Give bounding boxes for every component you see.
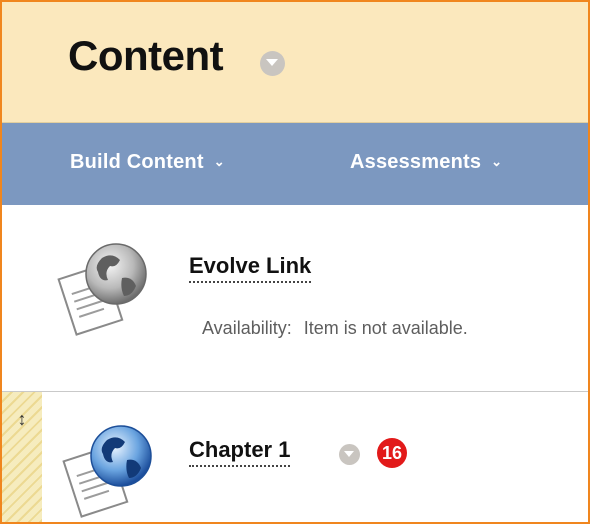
content-item-row: ↕ Chapter 1 16 <box>2 392 588 522</box>
item-title-link[interactable]: Evolve Link <box>189 253 312 283</box>
item-options-menu-icon[interactable] <box>339 444 360 465</box>
page-title: Content <box>68 32 224 79</box>
content-area-frame: Content Build Content ⌄ Assessments ⌄ Ev… <box>0 0 590 524</box>
item-title-link[interactable]: Chapter 1 <box>189 437 291 467</box>
chevron-down-icon: ⌄ <box>213 154 225 169</box>
build-content-label: Build Content <box>70 151 204 173</box>
build-content-menu-button[interactable]: Build Content ⌄ <box>70 151 225 174</box>
reorder-drag-strip[interactable]: ↕ <box>2 392 42 522</box>
content-item-row: Evolve Link Availability: Item is not ava… <box>2 206 588 392</box>
assessments-label: Assessments <box>350 151 482 173</box>
availability-label: Availability: <box>202 318 292 338</box>
availability-text: Availability: Item is not available. <box>202 318 468 339</box>
page-options-menu-icon[interactable] <box>260 51 285 76</box>
availability-value: Item is not available. <box>303 318 468 338</box>
web-link-icon <box>57 243 147 336</box>
action-bar: Build Content ⌄ Assessments ⌄ <box>2 123 588 205</box>
chevron-down-icon: ⌄ <box>491 154 503 169</box>
assessments-menu-button[interactable]: Assessments ⌄ <box>350 151 502 174</box>
page-header: Content <box>2 2 588 123</box>
callout-number-badge: 16 <box>377 438 407 468</box>
web-link-icon <box>62 425 152 518</box>
drag-handle-icon[interactable]: ↕ <box>16 406 28 432</box>
